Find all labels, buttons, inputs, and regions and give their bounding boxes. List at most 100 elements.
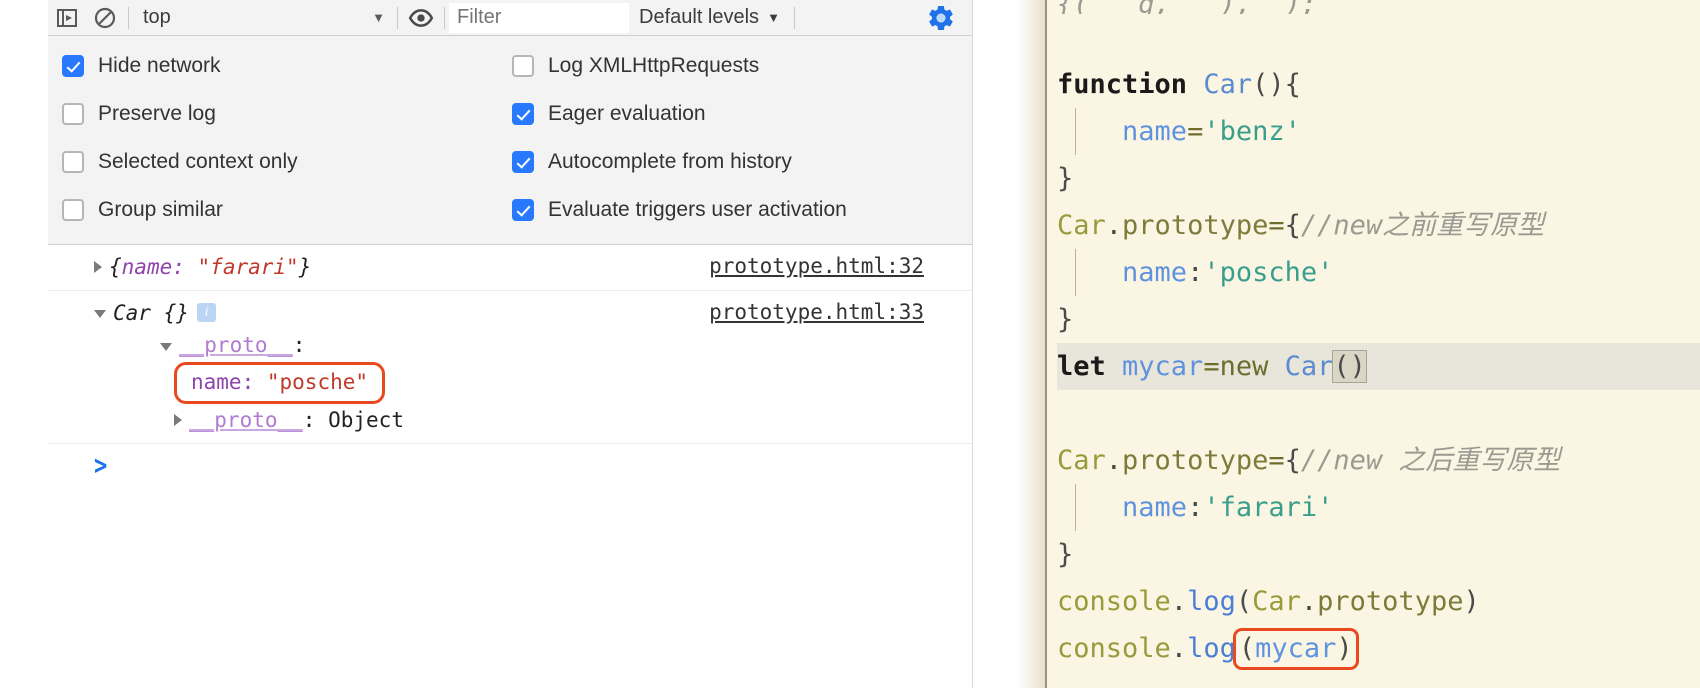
show-console-sidebar-icon[interactable] (48, 0, 86, 36)
code-token: () (1332, 350, 1367, 383)
code-token: log (1187, 586, 1236, 617)
checkbox-evaluate-triggers-user-activation[interactable] (512, 199, 534, 221)
code-token: : (1187, 492, 1204, 523)
editor-code-lines[interactable]: {( g, ), ); function Car(){ name='benz'}… (1047, 0, 1700, 688)
settings-gear-button[interactable] (926, 3, 972, 33)
code-line-l10[interactable]: Car.prototype={//new 之后重写原型 (1057, 437, 1700, 484)
live-expression-eye-icon[interactable] (402, 0, 440, 36)
checkbox-eager-evaluation[interactable] (512, 103, 534, 125)
code-line-l3[interactable]: name='benz' (1057, 108, 1700, 155)
object-constructor-name: Car (113, 300, 151, 325)
info-badge-icon[interactable]: i (196, 303, 216, 323)
code-token: : (1187, 257, 1204, 288)
code-token: name (1122, 257, 1188, 288)
nested-proto-row[interactable]: __proto__: Object (48, 404, 972, 437)
checkbox-selected-context-only[interactable] (62, 151, 84, 173)
setting-autocomplete-from-history[interactable]: Autocomplete from history (512, 138, 972, 186)
setting-group-similar[interactable]: Group similar (62, 186, 508, 234)
code-token: new (1219, 351, 1285, 382)
code-token: Car (1252, 586, 1301, 617)
code-token: ) (1336, 633, 1353, 664)
code-line-l7[interactable]: } (1057, 296, 1700, 343)
setting-selected-context-only[interactable]: Selected context only (62, 138, 508, 186)
setting-eager-evaluation[interactable]: Eager evaluation (512, 90, 972, 138)
proto-name-key: name: (191, 369, 255, 394)
proto-name-value: "posche" (266, 369, 369, 394)
code-token: function (1057, 69, 1204, 100)
code-token: . (1170, 586, 1188, 617)
code-token: console (1057, 586, 1171, 617)
code-line-l11[interactable]: name:'farari' (1057, 484, 1700, 531)
code-token: ( (1238, 633, 1256, 664)
code-token: name (1122, 492, 1188, 523)
checkbox-group-similar[interactable] (62, 199, 84, 221)
clear-console-icon[interactable] (86, 0, 124, 36)
code-token: let (1057, 351, 1123, 382)
code-line-l14[interactable]: console.log (mycar) (1057, 625, 1700, 672)
chevron-down-icon: ▼ (372, 10, 385, 25)
code-editor-panel[interactable]: {( g, ), ); function Car(){ name='benz'}… (1017, 0, 1700, 688)
code-line-l12[interactable]: } (1057, 531, 1700, 578)
toolbar-divider-2 (397, 6, 398, 29)
settings-right-column: Log XMLHttpRequests Eager evaluation Aut… (508, 42, 972, 234)
console-output-area: {name: "farari"} prototype.html:32 Car {… (48, 245, 972, 688)
settings-gear-icon (929, 5, 953, 30)
proto-colon: : (292, 333, 306, 358)
checkbox-autocomplete-from-history[interactable] (512, 151, 534, 173)
setting-evaluate-triggers-user-activation[interactable]: Evaluate triggers user activation (512, 186, 972, 234)
execution-context-dropdown[interactable]: top ▼ (133, 5, 393, 31)
code-line-l6[interactable]: name:'posche' (1057, 249, 1700, 296)
code-line-l4[interactable]: } (1057, 155, 1700, 202)
source-link-entry-1[interactable]: prototype.html:32 (709, 254, 924, 278)
console-log-entry-2[interactable]: Car {} i prototype.html:33 __proto__: nam… (48, 291, 972, 444)
execution-context-value: top (143, 6, 171, 28)
code-token: //new之前重写原型 (1300, 210, 1545, 241)
devtools-screenshot: top ▼ Default levels ▼ (0, 0, 1700, 688)
console-filter-input[interactable] (449, 2, 629, 33)
disclosure-triangle-collapsed-icon[interactable] (94, 261, 102, 274)
checkbox-preserve-log[interactable] (62, 103, 84, 125)
code-token: . (1105, 210, 1123, 241)
console-prompt-row[interactable]: > (48, 444, 972, 482)
code-line-l2[interactable]: function Car(){ (1057, 61, 1700, 108)
setting-label-preserve-log: Preserve log (98, 102, 216, 125)
code-token: { (1284, 445, 1301, 476)
checkbox-log-xmlhttprequests[interactable] (512, 55, 534, 77)
editor-left-gap (973, 0, 1017, 688)
code-token: . (1170, 633, 1188, 664)
code-token: = (1268, 210, 1285, 241)
checkbox-hide-network[interactable] (62, 55, 84, 77)
code-token: (){ (1252, 69, 1301, 100)
proto-name-property-row[interactable]: name: "posche" (48, 361, 972, 405)
code-line-l9[interactable] (1057, 390, 1700, 437)
prompt-chevron-icon: > (94, 450, 108, 482)
setting-preserve-log[interactable]: Preserve log (62, 90, 508, 138)
code-line-l1[interactable] (1057, 14, 1700, 61)
console-settings-pane: Hide network Preserve log Selected conte… (48, 36, 972, 245)
disclosure-triangle-expanded-icon[interactable] (94, 310, 106, 319)
toolbar-divider-4 (793, 6, 795, 29)
object-prop-value: "farari" (197, 255, 299, 279)
code-token: . (1300, 586, 1318, 617)
code-line-l0[interactable]: {( g, ), ); (1057, 0, 1700, 14)
code-line-l13[interactable]: console.log(Car.prototype) (1057, 578, 1700, 625)
toolbar-divider-3 (444, 6, 445, 29)
code-token: = (1203, 351, 1220, 382)
console-log-entry-1[interactable]: {name: "farari"} prototype.html:32 (48, 245, 972, 291)
proto-row[interactable]: __proto__: (48, 329, 972, 362)
log-levels-dropdown[interactable]: Default levels ▼ (629, 6, 790, 29)
disclosure-triangle-collapsed-proto-icon[interactable] (174, 414, 182, 427)
code-line-l8[interactable]: let mycar=new Car() (1057, 343, 1700, 390)
code-token: console (1057, 633, 1171, 664)
disclosure-triangle-expanded-proto-icon[interactable] (160, 342, 172, 351)
code-token: ) (1463, 586, 1480, 617)
setting-log-xmlhttprequests[interactable]: Log XMLHttpRequests (512, 42, 972, 90)
devtools-console-panel: top ▼ Default levels ▼ (48, 0, 973, 688)
indent-guide (1075, 108, 1076, 155)
code-token: Car (1284, 351, 1334, 382)
setting-hide-network[interactable]: Hide network (62, 42, 508, 90)
code-line-l5[interactable]: Car.prototype={//new之前重写原型 (1057, 202, 1700, 249)
annotation-highlight-name-posche: name: "posche" (174, 361, 386, 405)
source-link-entry-2[interactable]: prototype.html:33 (709, 300, 924, 324)
